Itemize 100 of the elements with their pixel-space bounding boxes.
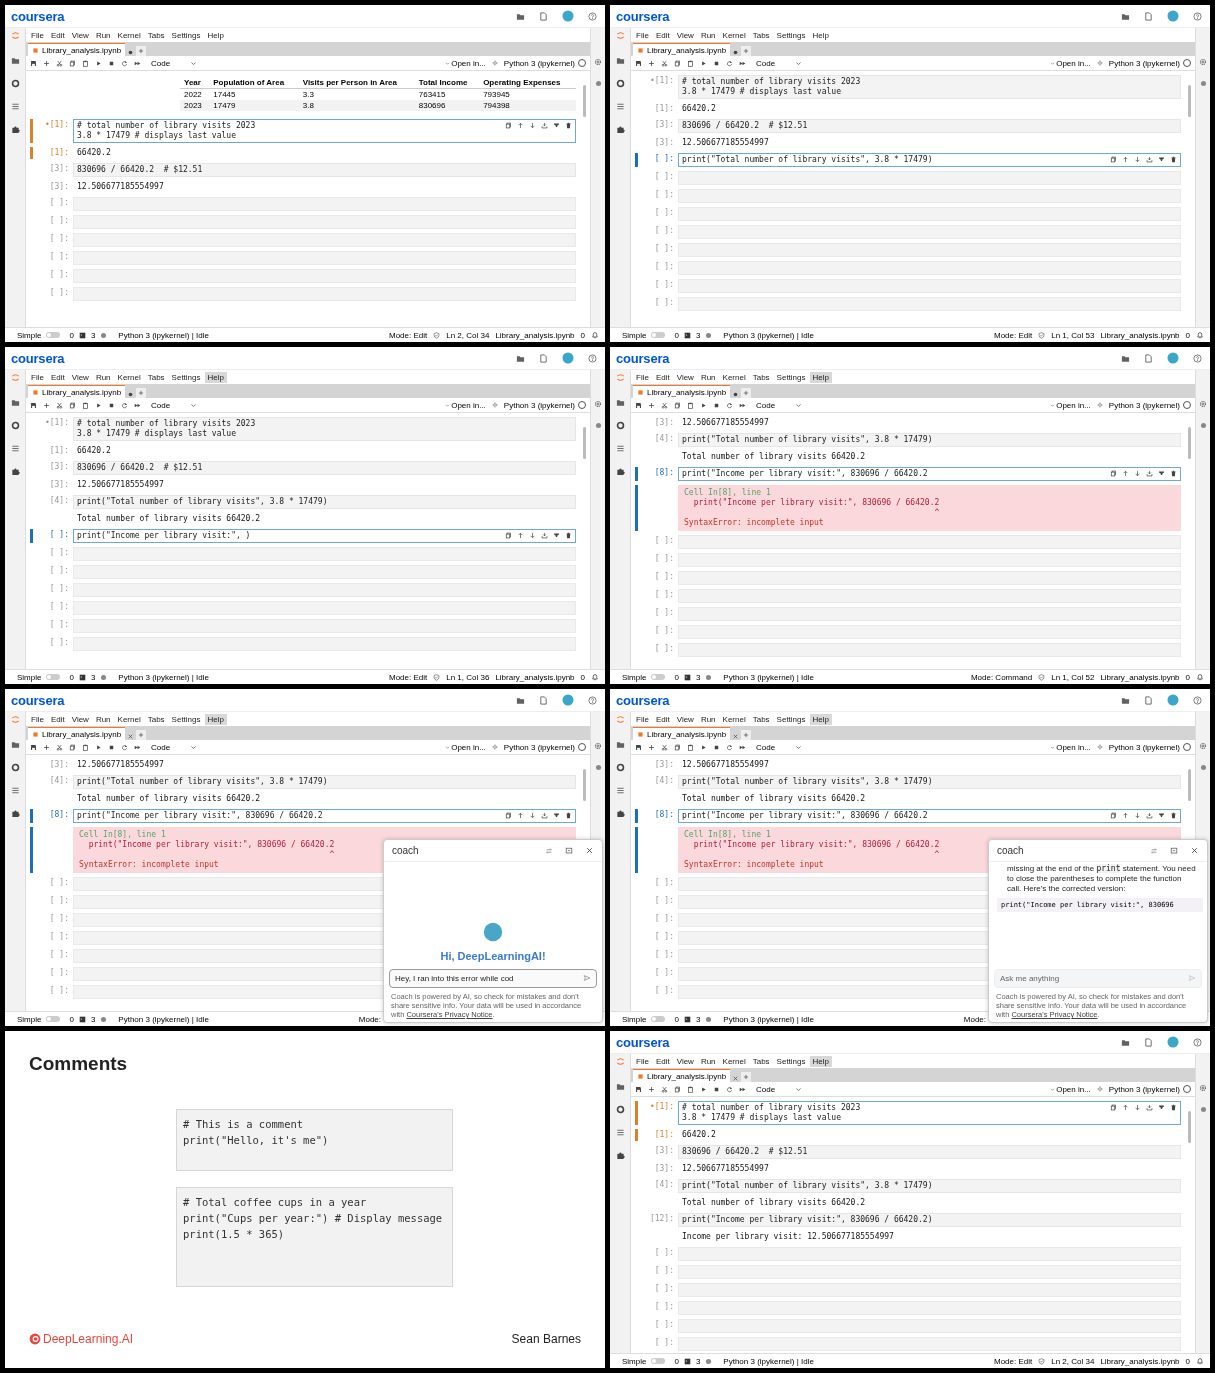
list-icon[interactable] (10, 444, 20, 453)
stop-icon[interactable] (713, 59, 720, 67)
scrollbar-thumb[interactable] (1188, 769, 1191, 801)
scrollbar-thumb[interactable] (1188, 85, 1191, 117)
insert-icon[interactable] (1146, 470, 1153, 477)
paste-icon[interactable] (82, 743, 89, 751)
copy-icon[interactable] (69, 743, 76, 751)
add-cell-icon[interactable] (43, 401, 50, 409)
paste-icon[interactable] (687, 1085, 694, 1093)
menu-item[interactable]: Run (92, 371, 114, 383)
code-cell[interactable]: print("Total number of library visits", 3.8 * 17479) (73, 775, 576, 789)
restart-icon[interactable] (726, 1085, 733, 1093)
help-icon[interactable] (1193, 1037, 1202, 1047)
list-icon[interactable] (10, 786, 20, 795)
scrollbar-thumb[interactable] (583, 85, 586, 117)
menu-item[interactable]: Settings (168, 713, 204, 725)
scrollbar-thumb[interactable] (1188, 1111, 1191, 1143)
add-cell-icon[interactable] (648, 743, 655, 751)
fast-forward-icon[interactable] (739, 1085, 746, 1093)
add-cell-icon[interactable] (648, 59, 655, 67)
menu-item[interactable]: Tabs (144, 29, 168, 41)
gear-icon[interactable] (594, 400, 602, 408)
menu-item[interactable]: File (633, 1055, 652, 1067)
insert-icon[interactable] (1146, 812, 1153, 819)
open-in-button[interactable]: Open in... (1050, 1084, 1091, 1094)
menu-item[interactable]: Help (809, 713, 832, 725)
cut-icon[interactable] (661, 1085, 668, 1093)
insert-icon[interactable] (541, 532, 548, 539)
brand-logo[interactable]: coursera (11, 8, 65, 24)
menu-item[interactable]: Edit (652, 1055, 673, 1067)
kernel-indicator[interactable]: Python 3 (ipykernel) (503, 742, 586, 752)
add-cell-icon[interactable] (648, 1085, 655, 1093)
menu-item[interactable]: Settings (773, 713, 809, 725)
add-cell-icon[interactable] (43, 743, 50, 751)
code-cell[interactable]: 830696 / 66420.2 # $12.51 (678, 119, 1181, 133)
menu-item[interactable]: Run (697, 1055, 719, 1067)
kernel-indicator[interactable]: Python 3 (ipykernel) (503, 400, 586, 410)
avatar-icon[interactable] (1167, 352, 1179, 364)
code-cell[interactable]: print("Income per library visit:", 830696 / 66420.2) (678, 1213, 1181, 1227)
restart-icon[interactable] (121, 743, 128, 751)
scrollbar-thumb[interactable] (1188, 427, 1191, 459)
fast-forward-icon[interactable] (134, 743, 141, 751)
message-field[interactable]: Hey, I ran into this error while cod (389, 969, 597, 988)
ring-icon[interactable] (615, 79, 625, 88)
menu-item[interactable]: Run (697, 29, 719, 41)
paste-icon[interactable] (687, 59, 694, 67)
menu-item[interactable]: View (68, 29, 92, 41)
run-icon[interactable] (95, 743, 102, 751)
up-arrow-icon[interactable] (1122, 1104, 1129, 1111)
send-icon[interactable] (583, 974, 591, 982)
kernel-indicator[interactable]: Python 3 (ipykernel) (1108, 400, 1191, 410)
close-icon[interactable] (732, 733, 740, 740)
menu-item[interactable]: Help (204, 29, 227, 41)
fast-forward-icon[interactable] (739, 743, 746, 751)
status-text[interactable]: Mode: (358, 1014, 381, 1024)
folder-icon[interactable] (615, 1082, 625, 1091)
document-icon[interactable] (539, 695, 548, 705)
gear-icon[interactable] (1096, 60, 1103, 66)
brand-logo[interactable]: coursera (616, 8, 670, 24)
avatar-icon[interactable] (1167, 10, 1179, 22)
menu-item[interactable]: Kernel (114, 371, 144, 383)
filter-icon[interactable] (553, 122, 560, 129)
message-field[interactable]: Ask me anything (994, 969, 1202, 988)
menu-item[interactable]: Tabs (144, 713, 168, 725)
ring-icon[interactable] (615, 763, 625, 772)
filter-icon[interactable] (1158, 156, 1165, 163)
open-in-button[interactable]: Open in... (1050, 742, 1091, 752)
gear-icon[interactable] (1199, 400, 1207, 408)
notebook-tab[interactable]: Library_analysis.ipynb (633, 43, 731, 56)
save-icon[interactable] (635, 59, 642, 67)
copy-icon[interactable] (674, 59, 681, 67)
status-text[interactable]: Ln 1, Col 36 (446, 672, 490, 682)
copy-icon[interactable] (1110, 1104, 1117, 1111)
run-icon[interactable] (700, 59, 707, 67)
restart-icon[interactable] (726, 743, 733, 751)
menu-item[interactable]: Run (697, 713, 719, 725)
notebook-tab[interactable]: Library_analysis.ipynb (633, 1069, 731, 1082)
toggle-switch[interactable] (651, 1016, 666, 1022)
code-cell[interactable]: # total number of library visits 2023 3.8 * 17479 # displays last value (678, 75, 1181, 99)
folder-icon[interactable] (10, 398, 20, 407)
cell-type-dropdown[interactable]: Code (151, 742, 198, 752)
open-in-button[interactable]: Open in... (445, 742, 486, 752)
code-cell[interactable]: print("Total number of library visits", 3.8 * 17479) (678, 153, 1181, 167)
ring-icon[interactable] (615, 421, 625, 430)
gear-icon[interactable] (1199, 742, 1207, 750)
help-icon[interactable] (1193, 695, 1202, 705)
up-arrow-icon[interactable] (1122, 812, 1129, 819)
menu-item[interactable]: Edit (47, 29, 68, 41)
trash-icon[interactable] (565, 122, 572, 129)
add-cell-icon[interactable] (648, 401, 655, 409)
trash-icon[interactable] (1170, 812, 1177, 819)
menu-item[interactable]: Kernel (719, 29, 749, 41)
copy-icon[interactable] (674, 401, 681, 409)
menu-item[interactable]: Tabs (749, 713, 773, 725)
menu-item[interactable]: Edit (652, 371, 673, 383)
gear-icon[interactable] (1096, 402, 1103, 408)
copy-icon[interactable] (505, 122, 512, 129)
menu-item[interactable]: File (633, 29, 652, 41)
notebook-tab[interactable]: Library_analysis.ipynb (28, 43, 126, 56)
status-text[interactable]: Mode: Edit (994, 330, 1033, 340)
